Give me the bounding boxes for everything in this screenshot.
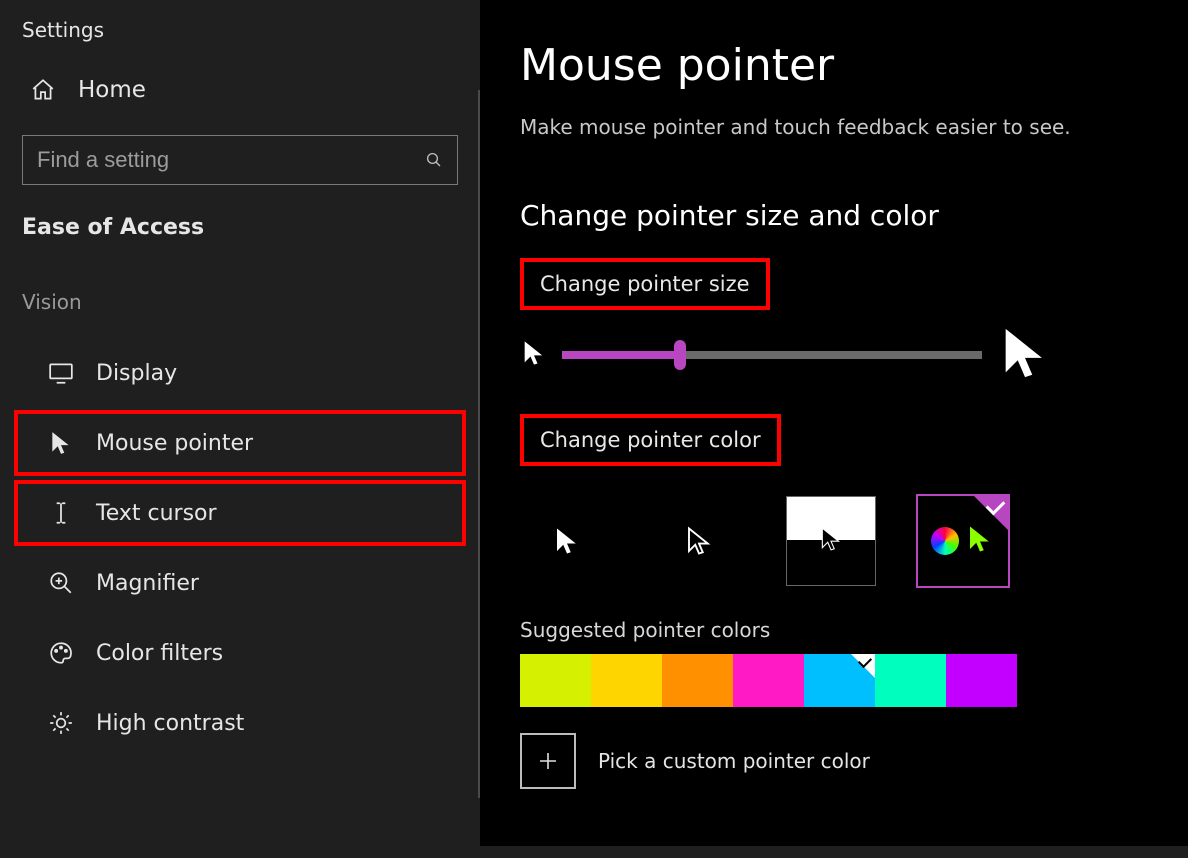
sidebar-item-text-cursor[interactable]: Text cursor <box>14 480 466 546</box>
pointer-size-slider-row <box>520 324 1188 386</box>
sidebar-item-magnifier[interactable]: Magnifier <box>14 550 466 616</box>
pointer-color-label: Change pointer color <box>520 414 781 466</box>
check-icon <box>974 496 1008 530</box>
home-icon <box>30 77 56 103</box>
pointer-style-white[interactable] <box>520 494 614 588</box>
pick-custom-color[interactable]: Pick a custom pointer color <box>520 733 1188 789</box>
color-swatch[interactable] <box>591 654 662 707</box>
search-icon <box>425 151 443 169</box>
main-content: Mouse pointer Make mouse pointer and tou… <box>480 0 1188 858</box>
palette-icon <box>48 640 74 666</box>
sidebar-item-label: Color filters <box>96 641 223 666</box>
brightness-icon <box>48 710 74 736</box>
sidebar-item-high-contrast[interactable]: High contrast <box>14 690 466 756</box>
pointer-style-inverted[interactable] <box>784 494 878 588</box>
sidebar-item-label: Display <box>96 361 177 386</box>
bottom-crop-bar <box>480 846 1188 858</box>
sidebar-item-label: Mouse pointer <box>96 431 253 456</box>
slider-fill <box>562 351 680 359</box>
pointer-color-options <box>520 494 1188 588</box>
pick-custom-color-label: Pick a custom pointer color <box>598 749 870 773</box>
mouse-pointer-icon <box>48 430 74 456</box>
sidebar-item-color-filters[interactable]: Color filters <box>14 620 466 686</box>
color-swatch[interactable] <box>946 654 1017 707</box>
search-field[interactable] <box>37 147 425 173</box>
section-title: Change pointer size and color <box>520 199 1188 232</box>
nav-home-label: Home <box>78 77 146 103</box>
color-swatch[interactable] <box>662 654 733 707</box>
color-swatch[interactable] <box>804 654 875 707</box>
plus-icon <box>520 733 576 789</box>
category-header: Ease of Access <box>0 215 480 290</box>
sidebar: Settings Home Ease of Access Vision Disp… <box>0 0 480 858</box>
nav-home[interactable]: Home <box>0 77 480 135</box>
text-cursor-icon <box>48 500 74 526</box>
color-swatch[interactable] <box>520 654 591 707</box>
search-input[interactable] <box>22 135 458 185</box>
page-title: Mouse pointer <box>520 40 1188 91</box>
slider-thumb[interactable] <box>674 340 686 370</box>
cursor-large-icon <box>996 324 1054 386</box>
pointer-size-label: Change pointer size <box>520 258 770 310</box>
color-wheel-icon <box>931 527 959 555</box>
pointer-size-slider[interactable] <box>562 351 982 359</box>
pointer-style-black[interactable] <box>652 494 746 588</box>
sidebar-item-label: Magnifier <box>96 571 199 596</box>
window-title: Settings <box>0 18 480 77</box>
color-swatch[interactable] <box>733 654 804 707</box>
color-swatch[interactable] <box>875 654 946 707</box>
sidebar-item-label: High contrast <box>96 711 244 736</box>
page-subtitle: Make mouse pointer and touch feedback ea… <box>520 115 1188 139</box>
monitor-icon <box>48 360 74 386</box>
pointer-style-custom-color[interactable] <box>916 494 1010 588</box>
sidebar-item-display[interactable]: Display <box>14 340 466 406</box>
suggested-colors-label: Suggested pointer colors <box>520 618 1188 642</box>
group-label-vision: Vision <box>0 290 480 338</box>
sidebar-item-label: Text cursor <box>96 501 217 526</box>
sidebar-item-mouse-pointer[interactable]: Mouse pointer <box>14 410 466 476</box>
magnifier-icon <box>48 570 74 596</box>
cursor-small-icon <box>520 339 548 371</box>
suggested-colors <box>520 654 1188 707</box>
